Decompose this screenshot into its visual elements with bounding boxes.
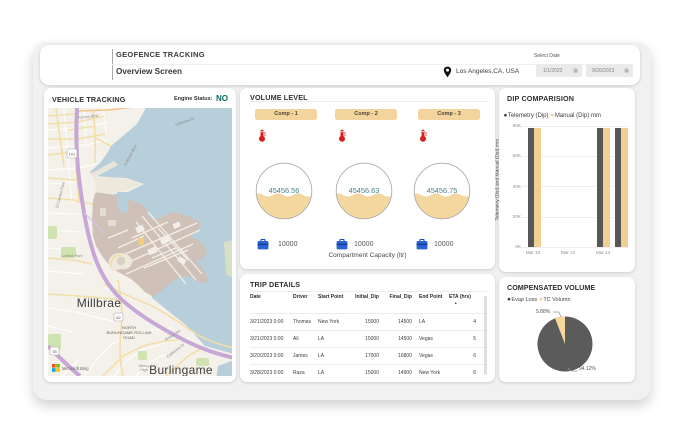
svg-text:101: 101 [69, 152, 76, 157]
svg-text:ROAD: ROAD [123, 335, 135, 340]
svg-text:45456.75: 45456.75 [427, 186, 458, 195]
svg-text:45456.56: 45456.56 [269, 186, 300, 195]
svg-text:Burlingame: Burlingame [149, 363, 213, 376]
svg-text:High: High [140, 368, 148, 372]
svg-text:45456.63: 45456.63 [349, 186, 380, 195]
svg-text:35: 35 [52, 349, 57, 354]
svg-text:Lomita Park: Lomita Park [61, 253, 82, 258]
svg-text:Millbrae: Millbrae [77, 296, 121, 310]
svg-text:82: 82 [116, 315, 121, 320]
svg-text:Microsoft Bing: Microsoft Bing [62, 366, 89, 371]
